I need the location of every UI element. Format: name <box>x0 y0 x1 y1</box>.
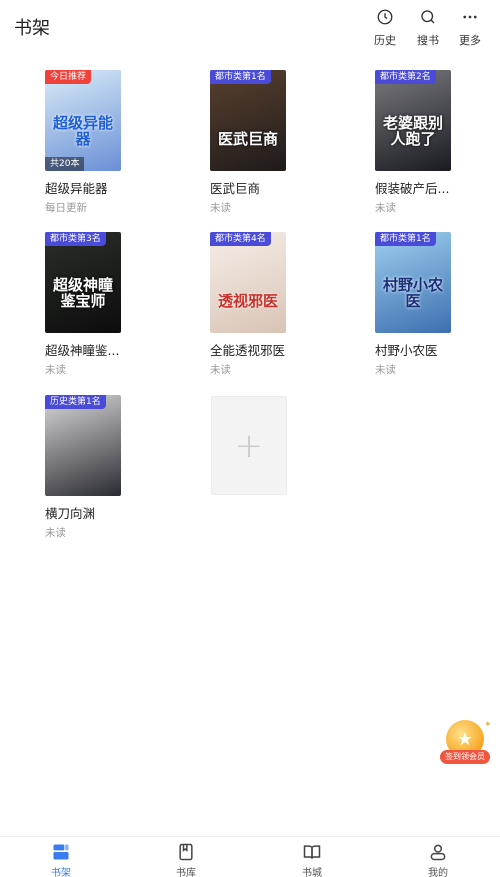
history-label: 历史 <box>374 34 396 47</box>
rank-badge: 今日推荐 <box>45 70 92 84</box>
cover-title: 老婆跟别人跑了 <box>382 114 443 148</box>
cover-title: 村野小农医 <box>382 276 443 310</box>
book-cover[interactable]: 今日推荐 超级异能器 共20本 <box>45 70 121 171</box>
bookshelf-icon <box>53 844 69 860</box>
tab-bookshelf[interactable]: 书架 <box>31 842 91 877</box>
book-title: 超级神瞳鉴... <box>45 343 120 358</box>
book-item[interactable]: 都市类第1名 村野小农医 村野小农医 未读 <box>375 232 485 377</box>
book-cover[interactable]: 都市类第1名 医武巨商 <box>210 70 286 171</box>
rank-badge: 都市类第4名 <box>210 232 271 246</box>
book-title: 全能透视邪医 <box>210 343 286 358</box>
cover-title: 超级异能器 <box>52 114 113 148</box>
history-button[interactable]: 历史 <box>365 8 405 48</box>
plus-icon: + <box>234 425 264 466</box>
book-item[interactable]: 都市类第4名 透视邪医 全能透视邪医 未读 <box>210 232 320 377</box>
tab-profile-label: 我的 <box>428 868 448 877</box>
checkin-vip-float[interactable]: ★ ✦ 签到领会员 <box>438 718 492 770</box>
tab-bookstore[interactable]: 书城 <box>282 842 342 877</box>
rank-badge: 都市类第3名 <box>45 232 106 246</box>
more-button[interactable]: 更多 <box>450 8 490 48</box>
add-book-button[interactable]: + <box>211 396 287 495</box>
book-item[interactable]: 都市类第1名 医武巨商 医武巨商 未读 <box>210 70 320 215</box>
search-book-button[interactable]: 搜书 <box>408 8 448 48</box>
search-book-label: 搜书 <box>417 34 439 47</box>
book-status: 未读 <box>375 202 396 214</box>
book-cover[interactable]: 都市类第1名 村野小农医 <box>375 232 451 333</box>
rank-badge: 都市类第1名 <box>210 70 271 84</box>
sparkle-icon: ✦ <box>484 720 492 730</box>
rank-badge: 都市类第1名 <box>375 232 436 246</box>
bottom-tab-bar: 书架 书库 书城 我的 <box>0 836 500 877</box>
tab-bookstore-label: 书城 <box>302 868 322 877</box>
book-cover[interactable]: 都市类第2名 老婆跟别人跑了 <box>375 70 451 171</box>
book-status: 未读 <box>45 364 66 376</box>
rank-badge: 历史类第1名 <box>45 395 106 409</box>
book-cover[interactable]: 都市类第3名 超级神瞳鉴宝师 <box>45 232 121 333</box>
tab-bookshelf-label: 书架 <box>51 868 71 877</box>
top-bar: 书架 历史 搜书 更多 <box>0 0 500 56</box>
book-cover[interactable]: 都市类第4名 透视邪医 <box>210 232 286 333</box>
book-item[interactable]: 今日推荐 超级异能器 共20本 超级异能器 每日更新 <box>45 70 155 215</box>
book-status: 每日更新 <box>45 202 87 214</box>
book-item[interactable]: 历史类第1名 横刀向渊 未读 <box>45 395 155 540</box>
cover-title: 透视邪医 <box>217 292 278 310</box>
book-status: 未读 <box>375 364 396 376</box>
book-status: 未读 <box>45 527 66 539</box>
person-icon <box>430 844 446 861</box>
book-title: 超级异能器 <box>45 181 108 196</box>
book-title: 医武巨商 <box>210 181 261 196</box>
book-count-badge: 共20本 <box>45 157 85 171</box>
book-title: 村野小农医 <box>375 343 438 358</box>
page-title: 书架 <box>14 18 50 39</box>
book-cover[interactable]: 历史类第1名 <box>45 395 121 496</box>
open-book-icon <box>303 845 321 859</box>
tab-library-label: 书库 <box>176 868 196 877</box>
search-icon <box>421 10 435 24</box>
book-status: 未读 <box>210 202 231 214</box>
book-title: 假装破产后... <box>375 181 450 196</box>
book-status: 未读 <box>210 364 231 376</box>
more-dots-icon <box>463 15 477 19</box>
tab-library[interactable]: 书库 <box>156 842 216 877</box>
clock-icon <box>377 9 393 25</box>
book-item[interactable]: 都市类第3名 超级神瞳鉴宝师 超级神瞳鉴... 未读 <box>45 232 155 377</box>
cover-title: 医武巨商 <box>217 130 278 148</box>
cover-title: 超级神瞳鉴宝师 <box>52 276 113 310</box>
checkin-vip-label: 签到领会员 <box>440 750 490 764</box>
book-item[interactable]: 都市类第2名 老婆跟别人跑了 假装破产后... 未读 <box>375 70 485 215</box>
rank-badge: 都市类第2名 <box>375 70 436 84</box>
book-title: 横刀向渊 <box>45 506 96 521</box>
more-label: 更多 <box>459 34 481 47</box>
tab-profile[interactable]: 我的 <box>408 842 468 877</box>
book-library-icon <box>179 843 193 861</box>
